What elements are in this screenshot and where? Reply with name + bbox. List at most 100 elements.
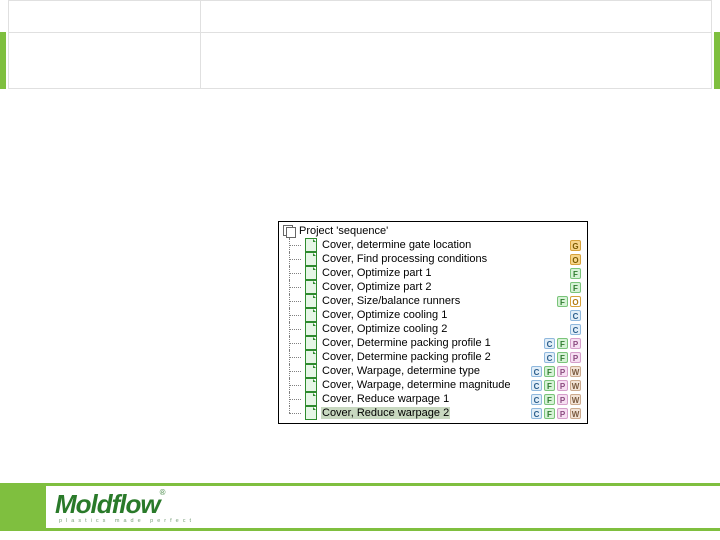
badge-f: F	[544, 366, 555, 377]
badge-c: C	[531, 408, 542, 419]
project-title: Project 'sequence'	[298, 225, 389, 237]
badge-p: P	[570, 338, 581, 349]
badge-p: P	[557, 366, 568, 377]
project-root[interactable]: Project 'sequence'	[283, 224, 583, 238]
badge-c: C	[544, 352, 555, 363]
tree-item[interactable]: Cover, Find processing conditions O	[283, 252, 583, 266]
tree-guide	[283, 406, 305, 420]
accent-bar-left	[0, 32, 6, 89]
registered-mark: ®	[160, 488, 165, 497]
badge-o-outline: O	[570, 296, 581, 307]
study-icon	[305, 322, 317, 336]
badge-w: W	[570, 408, 581, 419]
study-icon	[305, 252, 317, 266]
badge-f: F	[570, 268, 581, 279]
badge-p: P	[570, 352, 581, 363]
tree-item[interactable]: Cover, Size/balance runners FO	[283, 294, 583, 308]
tree-item[interactable]: Cover, determine gate locationG	[283, 238, 583, 252]
tree-guide	[283, 322, 305, 336]
badge-p: P	[557, 408, 568, 419]
study-icon	[305, 378, 317, 392]
tree-item[interactable]: Cover, Optimize part 1 F	[283, 266, 583, 280]
analysis-badges: CFPW	[531, 394, 583, 405]
tree-item-label: Cover, Optimize part 2	[321, 281, 432, 293]
analysis-badges: CFPW	[531, 380, 583, 391]
tree-item-label: Cover, Reduce warpage 2	[321, 407, 450, 419]
analysis-badges: O	[570, 254, 583, 265]
badge-g: G	[570, 240, 581, 251]
badge-f: F	[557, 352, 568, 363]
tree-guide	[283, 378, 305, 392]
tree-item-label: Cover, Find processing conditions	[321, 253, 488, 265]
tree-item[interactable]: Cover, Optimize cooling 2 C	[283, 322, 583, 336]
study-icon	[305, 238, 317, 252]
badge-c: C	[531, 380, 542, 391]
study-icon	[305, 406, 317, 420]
accent-bar-bottom-left	[0, 483, 46, 531]
badge-f: F	[544, 394, 555, 405]
badge-c: C	[531, 366, 542, 377]
badge-p: P	[557, 380, 568, 391]
tree-item-label: Cover, Optimize part 1	[321, 267, 432, 279]
brand-wordmark: Moldflow®	[55, 491, 220, 517]
badge-f: F	[544, 408, 555, 419]
tree-guide	[283, 294, 305, 308]
tree-item[interactable]: Cover, Determine packing profile 2CFP	[283, 350, 583, 364]
tree-guide	[283, 266, 305, 280]
tree-guide	[283, 308, 305, 322]
tree-item[interactable]: Cover, Determine packing profile 1 CFP	[283, 336, 583, 350]
analysis-badges: CFP	[544, 338, 583, 349]
brand-name: Moldflow	[55, 489, 160, 519]
badge-p: P	[557, 394, 568, 405]
tree-item[interactable]: Cover, Reduce warpage 2 CFPW	[283, 406, 583, 420]
table-line	[8, 0, 9, 88]
tree-item[interactable]: Cover, Reduce warpage 1 CFPW	[283, 392, 583, 406]
tree-guide	[283, 336, 305, 350]
tree-guide	[283, 280, 305, 294]
analysis-badges: C	[570, 310, 583, 321]
study-icon	[305, 350, 317, 364]
study-icon	[305, 294, 317, 308]
analysis-badges: F	[570, 268, 583, 279]
badge-c: C	[544, 338, 555, 349]
badge-w: W	[570, 394, 581, 405]
tree-guide	[283, 252, 305, 266]
badge-c: C	[531, 394, 542, 405]
tree-item[interactable]: Cover, Optimize part 2 F	[283, 280, 583, 294]
badge-c: C	[570, 324, 581, 335]
badge-w: W	[570, 380, 581, 391]
badge-f: F	[557, 338, 568, 349]
tree-guide	[283, 238, 305, 252]
analysis-badges: CFP	[544, 352, 583, 363]
accent-bar-bottom-top	[46, 483, 720, 486]
table-line	[200, 0, 201, 88]
study-icon	[305, 336, 317, 350]
analysis-badges: CFPW	[531, 366, 583, 377]
study-icon	[305, 392, 317, 406]
tree-item-label: Cover, Reduce warpage 1	[321, 393, 450, 405]
analysis-badges: G	[570, 240, 583, 251]
tree-item-label: Cover, Optimize cooling 1	[321, 309, 448, 321]
analysis-badges: CFPW	[531, 408, 583, 419]
tree-guide	[283, 364, 305, 378]
badge-f: F	[544, 380, 555, 391]
study-icon	[305, 364, 317, 378]
badge-o: O	[570, 254, 581, 265]
project-icon	[283, 225, 295, 237]
tree-item[interactable]: Cover, Optimize cooling 1 C	[283, 308, 583, 322]
tree-item-label: Cover, Determine packing profile 1	[321, 337, 492, 349]
tree-item[interactable]: Cover, Warpage, determine typeCFPW	[283, 364, 583, 378]
brand-logo: Moldflow® plastics made perfect	[55, 491, 220, 531]
tree-item-label: Cover, Warpage, determine magnitude	[321, 379, 512, 391]
analysis-badges: FO	[557, 296, 583, 307]
tree-item-label: Cover, Size/balance runners	[321, 295, 461, 307]
table-line	[711, 0, 712, 88]
badge-c: C	[570, 310, 581, 321]
badge-f: F	[557, 296, 568, 307]
tree-item-label: Cover, Optimize cooling 2	[321, 323, 448, 335]
tree-item[interactable]: Cover, Warpage, determine magnitude CFPW	[283, 378, 583, 392]
badge-f: F	[570, 282, 581, 293]
project-tree-panel: Project 'sequence' Cover, determine gate…	[278, 221, 588, 424]
table-line	[8, 0, 712, 1]
analysis-badges: F	[570, 282, 583, 293]
